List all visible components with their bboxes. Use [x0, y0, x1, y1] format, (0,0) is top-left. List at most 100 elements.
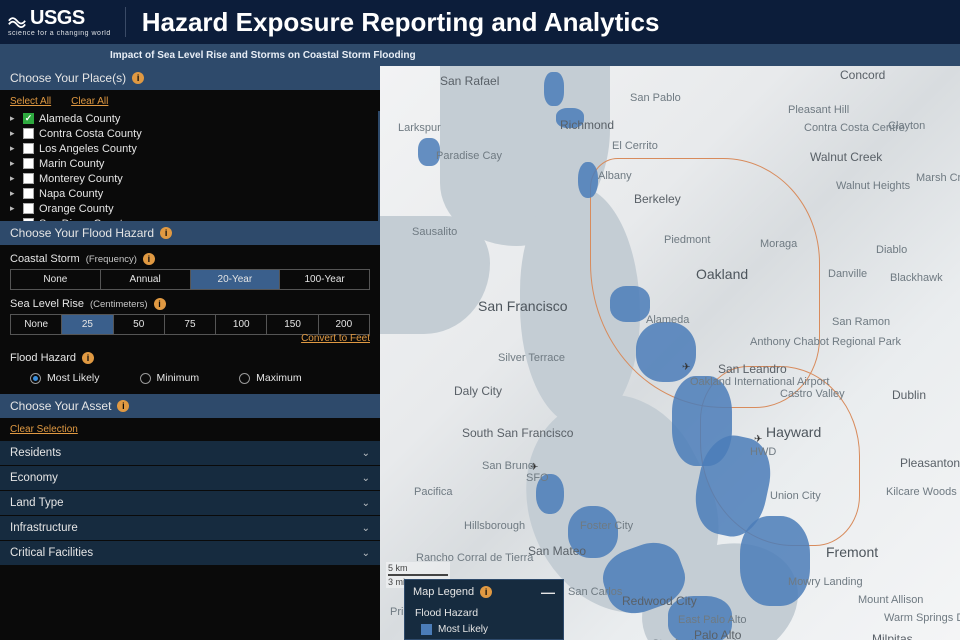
- clear-selection-link[interactable]: Clear Selection: [10, 424, 78, 435]
- map-label: Mount Allison: [858, 594, 923, 606]
- select-all-link[interactable]: Select All: [10, 96, 51, 107]
- radio-icon[interactable]: [30, 373, 41, 384]
- usgs-logo: USGS science for a changing world: [8, 7, 126, 37]
- places-heading: Choose Your Place(s) i: [0, 66, 380, 90]
- checkbox[interactable]: [23, 128, 34, 139]
- map-label: Pacifica: [414, 486, 453, 498]
- info-icon[interactable]: i: [160, 227, 172, 239]
- place-label: Los Angeles County: [39, 143, 137, 155]
- map-label: Walnut Creek: [810, 150, 882, 164]
- asset-list: Residents⌄Economy⌄Land Type⌄Infrastructu…: [0, 439, 380, 568]
- map-label: Blackhawk: [890, 272, 943, 284]
- info-icon[interactable]: i: [82, 352, 94, 364]
- flood-hazard-radios[interactable]: Most Likely Minimum Maximum: [10, 368, 370, 384]
- map-label: Contra Costa Centre: [804, 122, 905, 134]
- flood-hazard-label: Flood Hazard: [10, 352, 76, 364]
- checkbox[interactable]: [23, 188, 34, 199]
- slr-segmented[interactable]: None255075100150200: [10, 314, 370, 335]
- chevron-down-icon: ⌄: [362, 498, 370, 509]
- place-item[interactable]: ▸ Napa County: [10, 186, 368, 201]
- info-icon[interactable]: i: [132, 72, 144, 84]
- info-icon[interactable]: i: [480, 586, 492, 598]
- chevron-right-icon[interactable]: ▸: [10, 143, 18, 154]
- segment-option[interactable]: 150: [267, 315, 318, 334]
- place-label: Contra Costa County: [39, 128, 142, 140]
- page-subtitle: Impact of Sea Level Rise and Storms on C…: [0, 44, 960, 66]
- wave-icon: [8, 10, 26, 28]
- place-label: Marin County: [39, 158, 104, 170]
- minimize-icon[interactable]: —: [541, 584, 555, 600]
- place-item[interactable]: ▸ Marin County: [10, 156, 368, 171]
- info-icon[interactable]: i: [143, 253, 155, 265]
- info-icon[interactable]: i: [117, 400, 129, 412]
- segment-option[interactable]: None: [11, 315, 62, 334]
- segment-option[interactable]: None: [11, 270, 101, 289]
- radio-option[interactable]: Minimum: [140, 372, 200, 384]
- map-canvas[interactable]: ✈ ✈ ✈ San RafaelSan PabloConcordRichmond…: [380, 66, 960, 640]
- radio-icon[interactable]: [239, 373, 250, 384]
- checkbox[interactable]: [23, 113, 34, 124]
- clear-all-link[interactable]: Clear All: [71, 96, 108, 107]
- asset-item[interactable]: Infrastructure⌄: [0, 516, 380, 540]
- legend-section: Flood Hazard: [405, 604, 563, 622]
- segment-option[interactable]: 50: [114, 315, 165, 334]
- radio-option[interactable]: Maximum: [239, 372, 302, 384]
- place-item[interactable]: ▸ Contra Costa County: [10, 126, 368, 141]
- place-label: Monterey County: [39, 173, 123, 185]
- map-label: San Ramon: [832, 316, 890, 328]
- convert-units-link[interactable]: Convert to Feet: [301, 333, 370, 344]
- place-item[interactable]: ▸ Alameda County: [10, 111, 368, 126]
- chevron-right-icon[interactable]: ▸: [10, 113, 18, 124]
- segment-option[interactable]: 75: [165, 315, 216, 334]
- chevron-right-icon[interactable]: ▸: [10, 203, 18, 214]
- map-legend[interactable]: Map Legend i — Flood Hazard Most Likely: [404, 579, 564, 640]
- checkbox[interactable]: [23, 173, 34, 184]
- place-item[interactable]: ▸ Orange County: [10, 201, 368, 216]
- radio-option[interactable]: Most Likely: [30, 372, 100, 384]
- map-label: Concord: [840, 68, 885, 82]
- segment-option[interactable]: 25: [62, 315, 113, 334]
- checkbox[interactable]: [23, 203, 34, 214]
- asset-item[interactable]: Land Type⌄: [0, 491, 380, 515]
- airport-icon: ✈: [754, 434, 762, 445]
- info-icon[interactable]: i: [154, 298, 166, 310]
- chevron-right-icon[interactable]: ▸: [10, 158, 18, 169]
- place-label: Napa County: [39, 188, 103, 200]
- legend-title: Map Legend: [413, 586, 474, 598]
- checkbox[interactable]: [23, 143, 34, 154]
- map-label: San Pablo: [630, 92, 681, 104]
- app-title: Hazard Exposure Reporting and Analytics: [142, 7, 660, 38]
- asset-item[interactable]: Residents⌄: [0, 441, 380, 465]
- segment-option[interactable]: 200: [319, 315, 369, 334]
- asset-item[interactable]: Economy⌄: [0, 466, 380, 490]
- segment-option[interactable]: 20-Year: [191, 270, 281, 289]
- chevron-right-icon[interactable]: ▸: [10, 188, 18, 199]
- control-panel: Choose Your Place(s) i Select All Clear …: [0, 66, 380, 640]
- asset-item[interactable]: Critical Facilities⌄: [0, 541, 380, 565]
- map-label: Walnut Heights: [836, 180, 910, 192]
- chevron-right-icon[interactable]: ▸: [10, 173, 18, 184]
- segment-option[interactable]: 100-Year: [280, 270, 369, 289]
- place-list[interactable]: ▸ Alameda County▸ Contra Costa County▸ L…: [0, 111, 380, 221]
- hazard-heading: Choose Your Flood Hazard i: [0, 221, 380, 245]
- map-label: Clayton: [888, 120, 925, 132]
- chevron-down-icon: ⌄: [362, 548, 370, 559]
- map-label: San Bruno: [482, 460, 534, 472]
- map-label: Warm Springs District: [884, 612, 960, 624]
- segment-option[interactable]: Annual: [101, 270, 191, 289]
- map-label: Marsh Creek Springs: [916, 172, 960, 184]
- map-label: Pleasanton: [900, 456, 960, 470]
- storm-frequency-segmented[interactable]: NoneAnnual20-Year100-Year: [10, 269, 370, 290]
- map-label: Larkspur: [398, 122, 441, 134]
- chevron-right-icon[interactable]: ▸: [10, 128, 18, 139]
- radio-icon[interactable]: [140, 373, 151, 384]
- map-label: Kilcare Woods: [886, 486, 957, 498]
- checkbox[interactable]: [23, 158, 34, 169]
- chevron-down-icon: ⌄: [362, 448, 370, 459]
- place-item[interactable]: ▸ Los Angeles County: [10, 141, 368, 156]
- place-item[interactable]: ▸ Monterey County: [10, 171, 368, 186]
- airport-icon: ✈: [530, 462, 538, 473]
- airport-icon: ✈: [682, 362, 690, 373]
- map-label: Milpitas: [872, 632, 913, 640]
- segment-option[interactable]: 100: [216, 315, 267, 334]
